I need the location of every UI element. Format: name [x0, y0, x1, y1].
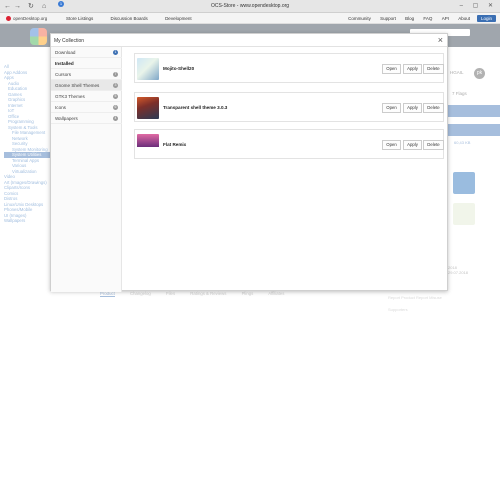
open-button[interactable]: Open	[382, 103, 401, 113]
nav-link-faq[interactable]: FAQ	[423, 16, 432, 21]
close-icon[interactable]: ×	[438, 35, 443, 45]
sidebar-item-gtk3-themes[interactable]: GTK3 Themes 5	[51, 91, 122, 102]
delete-button[interactable]: Delete	[423, 64, 444, 74]
nav-link-about[interactable]: About	[458, 16, 470, 21]
sidebar-item-label: GTK3 Themes	[55, 94, 85, 99]
browser-titlebar: ← → ↻ ⌂ 1 OCS-Store - www.opendesktop.or…	[0, 0, 500, 13]
theme-name: Flat Remix	[163, 142, 187, 147]
count-badge: 7	[113, 72, 118, 77]
sidebar-item-label: Icons	[55, 105, 66, 110]
nav-link-store-listings[interactable]: Store Listings	[66, 16, 93, 21]
open-button[interactable]: Open	[382, 140, 401, 150]
sidebar-item-label: Installed	[55, 61, 74, 66]
nav-link-discussion-boards[interactable]: Discussion Boards	[111, 16, 148, 21]
collection-sidebar: Download 1 Installed Cursors 7 Gnome She…	[51, 47, 122, 292]
sidebar-item-label: Wallpapers	[55, 116, 78, 121]
count-badge: 4	[113, 116, 118, 121]
open-button[interactable]: Open	[382, 64, 401, 74]
dialog-header: My Collection ×	[51, 34, 447, 47]
window-controls[interactable]: – ▢ ✕	[460, 2, 497, 9]
site-logo[interactable]: openDesktop.org	[6, 16, 47, 21]
list-item: Transparent shell theme 3.0.3 Open Apply…	[134, 92, 444, 122]
sidebar-item-installed[interactable]: Installed	[51, 58, 122, 69]
list-item: Flat Remix Open Apply Delete	[134, 129, 444, 159]
sidebar-item-wallpapers[interactable]: Wallpapers 4	[51, 113, 122, 124]
apply-button[interactable]: Apply	[403, 103, 422, 113]
count-badge: 5	[113, 94, 118, 99]
sidebar-item-label: Cursors	[55, 72, 72, 77]
list-item: Mojito-Shell20 Open Apply Delete	[134, 53, 444, 83]
sidebar-item-download[interactable]: Download 1	[51, 47, 122, 58]
apply-button[interactable]: Apply	[403, 140, 422, 150]
collection-dialog: My Collection × Download 1 Installed Cur…	[50, 33, 449, 292]
delete-button[interactable]: Delete	[423, 103, 444, 113]
sidebar-item-icons[interactable]: Icons 6	[51, 102, 122, 113]
nav-link-api[interactable]: API	[442, 16, 449, 21]
count-badge: 6	[113, 105, 118, 110]
apply-button[interactable]: Apply	[403, 64, 422, 74]
theme-thumbnail	[137, 97, 159, 119]
theme-thumbnail	[137, 58, 159, 80]
theme-name: Mojito-Shell20	[163, 66, 195, 71]
sidebar-item-cursors[interactable]: Cursors 7	[51, 69, 122, 80]
nav-link-blog[interactable]: Blog	[405, 16, 414, 21]
site-logo-text: openDesktop.org	[13, 16, 48, 21]
nav-link-support[interactable]: Support	[380, 16, 396, 21]
nav-link-development[interactable]: Development	[165, 16, 192, 21]
login-button[interactable]: Login	[476, 15, 496, 22]
theme-thumbnail	[137, 134, 159, 156]
download-count-badge: 1	[113, 50, 118, 55]
window-title: OCS-Store - www.opendesktop.org	[210, 3, 290, 9]
dialog-title: My Collection	[54, 38, 85, 44]
count-badge: 3	[113, 83, 118, 88]
opendesktop-logo-icon	[6, 16, 11, 21]
delete-button[interactable]: Delete	[423, 140, 444, 150]
nav-link-community[interactable]: Community	[348, 16, 371, 21]
sidebar-item-label: Gnome Shell Themes	[55, 83, 100, 88]
collection-list: Mojito-Shell20 Open Apply Delete Transpa…	[122, 47, 449, 292]
sidebar-item-label: Download	[55, 50, 76, 55]
sidebar-item-gnome-shell-themes[interactable]: Gnome Shell Themes 3	[51, 80, 122, 91]
theme-name: Transparent shell theme 3.0.3	[163, 105, 228, 110]
site-nav: openDesktop.org Store Listings Discussio…	[0, 13, 500, 24]
